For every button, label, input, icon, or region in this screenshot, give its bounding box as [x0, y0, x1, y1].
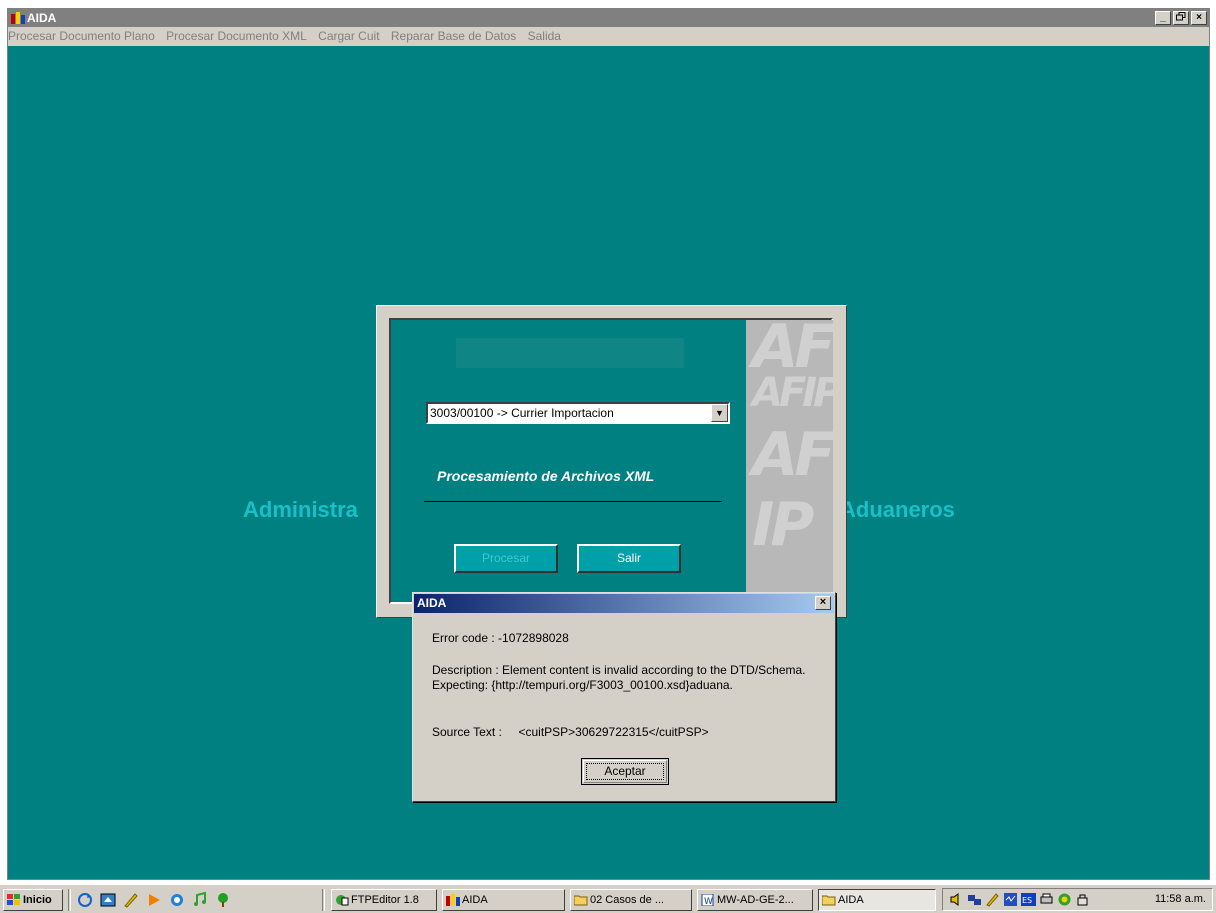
dialog-panel: AF AFIP AF IP 3003/00100 -> Currier Impo… [389, 318, 833, 604]
error-dialog-title: AIDA [417, 596, 447, 610]
background-heading-right: Aduaneros [840, 497, 955, 522]
menu-procesar-plano[interactable]: Procesar Documento Plano [8, 27, 159, 46]
window-controls: _ × [1155, 11, 1207, 25]
music-icon[interactable] [192, 892, 208, 908]
ftp-icon [336, 895, 349, 906]
close-button[interactable]: × [1191, 11, 1207, 25]
progress-area [456, 338, 684, 368]
folder-icon [574, 895, 588, 906]
title-bar[interactable]: AIDA _ × [8, 9, 1209, 27]
desktop-icon[interactable] [100, 892, 116, 908]
xml-processing-dialog: AF AFIP AF IP 3003/00100 -> Currier Impo… [376, 305, 847, 618]
windows-logo-icon [7, 894, 20, 906]
task-label: 02 Casos de ... [590, 894, 664, 906]
dialog-heading: Procesamiento de Archivos XML [437, 468, 655, 484]
task-ftpeditor[interactable]: FTPEditor 1.8 [331, 889, 437, 911]
task-word-document[interactable]: W MW-AD-GE-2... [697, 889, 813, 911]
window-title: AIDA [27, 11, 57, 25]
start-button[interactable]: Inicio [3, 889, 63, 911]
select-value: 3003/00100 -> Currier Importacion [430, 406, 614, 420]
chevron-down-icon[interactable]: ▼ [711, 404, 728, 422]
antivirus-icon[interactable] [1057, 892, 1072, 907]
refresh-icon[interactable] [77, 892, 93, 908]
minimize-button[interactable]: _ [1155, 11, 1171, 25]
task-folder-casos[interactable]: 02 Casos de ... [570, 889, 692, 911]
menu-cargar-cuit[interactable]: Cargar Cuit [314, 27, 383, 46]
tree-icon[interactable] [215, 892, 231, 908]
clock[interactable]: 11:58 a.m. [1155, 893, 1206, 905]
error-description-line1: Description : Element content is invalid… [432, 663, 806, 677]
aceptar-button[interactable]: Aceptar [581, 758, 669, 785]
restore-icon [1176, 12, 1186, 21]
background-heading-left: Administra [243, 497, 358, 522]
divider [424, 501, 722, 502]
task-label: AIDA [462, 894, 488, 906]
error-dialog-titlebar[interactable]: AIDA × [414, 594, 834, 613]
error-source-text: Source Text : <cuitPSP>30629722315</cuit… [432, 725, 709, 739]
menu-bar: Procesar Documento Plano Procesar Docume… [8, 27, 1209, 46]
task-aida[interactable]: AIDA [442, 889, 565, 911]
svg-text:ES: ES [1022, 896, 1032, 905]
form-type-select[interactable]: 3003/00100 -> Currier Importacion ▼ [426, 402, 730, 424]
system-tray: ES 11:58 a.m. [942, 888, 1213, 911]
task-folder-aida[interactable]: AIDA [818, 889, 936, 911]
task-label: AIDA [838, 894, 864, 906]
menu-procesar-xml[interactable]: Procesar Documento XML [162, 27, 311, 46]
close-icon[interactable]: × [815, 596, 831, 610]
menu-reparar-bd[interactable]: Reparar Base de Datos [387, 27, 520, 46]
maximize-button[interactable] [1173, 11, 1189, 25]
aceptar-label: Aceptar [586, 763, 664, 780]
pen-icon[interactable] [123, 892, 139, 908]
language-icon[interactable]: ES [1021, 892, 1036, 907]
volume-icon[interactable] [949, 892, 964, 907]
error-description-line2: Expecting: {http://tempuri.org/F3003_001… [432, 678, 733, 692]
error-dialog: AIDA × Error code : -1072898028 Descript… [412, 592, 836, 802]
printer-icon[interactable] [1039, 892, 1054, 907]
app-icon [11, 12, 25, 24]
procesar-button[interactable]: Procesar [454, 544, 558, 573]
menu-salida[interactable]: Salida [524, 27, 565, 46]
taskbar-separator [322, 889, 325, 911]
taskbar: Inicio FTPEditor 1.8 AIDA 02 Casos de ..… [0, 884, 1216, 913]
media-player-icon[interactable] [146, 892, 162, 908]
network-icon[interactable] [967, 892, 982, 907]
folder-icon [822, 895, 836, 906]
security-icon[interactable] [1075, 892, 1090, 907]
monitor-icon[interactable] [1003, 892, 1018, 907]
taskbar-separator [68, 889, 71, 911]
salir-button[interactable]: Salir [577, 544, 681, 573]
error-code: Error code : -1072898028 [432, 631, 569, 645]
task-label: MW-AD-GE-2... [717, 894, 794, 906]
svg-text:W: W [704, 897, 713, 906]
app-icon [446, 894, 460, 907]
task-label: FTPEditor 1.8 [351, 894, 419, 906]
start-label: Inicio [23, 894, 52, 906]
word-icon: W [701, 894, 714, 907]
browser-icon[interactable] [169, 892, 185, 908]
pen-icon[interactable] [985, 892, 1000, 907]
afip-logo: AF AFIP AF IP [746, 320, 833, 602]
